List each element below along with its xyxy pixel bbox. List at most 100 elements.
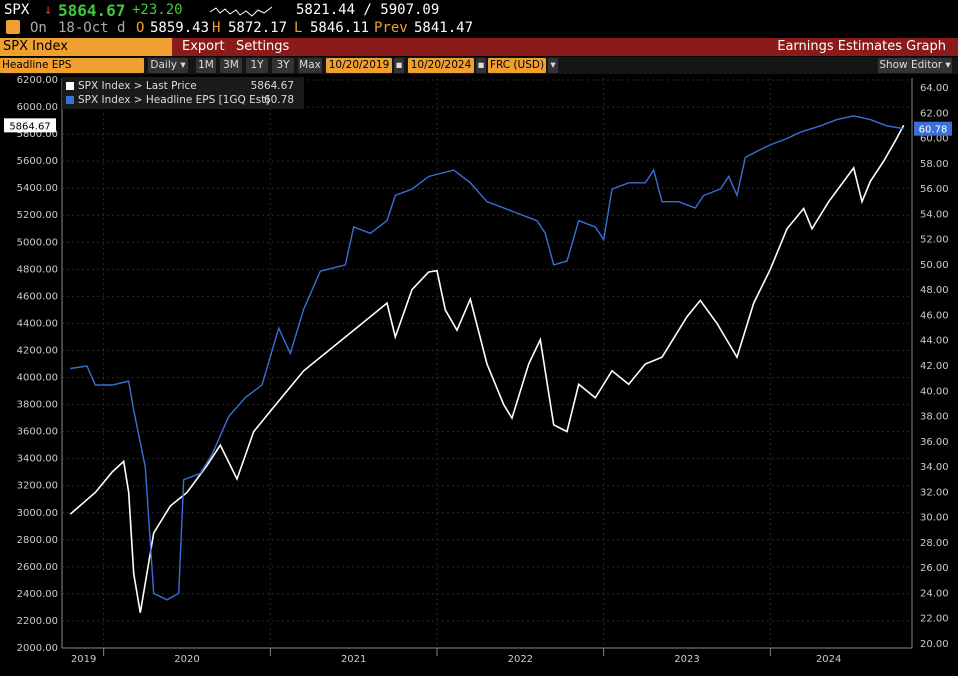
currency-selector[interactable]: FRC (USD) <box>488 58 546 73</box>
security-tab[interactable]: SPX Index <box>0 38 172 56</box>
sparkline-icon <box>210 6 272 17</box>
left-tick-label: 5000.00 <box>17 237 58 248</box>
price-last-label: 5864.67 <box>9 121 50 132</box>
x-tick-label: 2020 <box>174 654 199 665</box>
legend-swatch-eps <box>66 96 74 104</box>
export-button[interactable]: Export <box>182 38 225 56</box>
right-tick-label: 54.00 <box>920 209 949 220</box>
quote-header: SPX ↓ 5864.67 +23.20 5821.44 / 5907.09 O… <box>0 0 958 38</box>
left-tick-label: 4000.00 <box>17 373 58 384</box>
high-label: H <box>212 20 221 36</box>
x-tick-label: 2023 <box>674 654 699 665</box>
right-tick-label: 42.00 <box>920 361 949 372</box>
x-tick-label: 2024 <box>816 654 841 665</box>
right-tick-label: 38.00 <box>920 412 949 423</box>
show-editor-button[interactable]: Show Editor ▾ <box>878 58 952 73</box>
left-tick-label: 3200.00 <box>17 481 58 492</box>
left-tick-label: 2800.00 <box>17 535 58 546</box>
legend-swatch-price <box>66 82 74 90</box>
left-tick-label: 6000.00 <box>17 102 58 113</box>
left-tick-label: 3600.00 <box>17 427 58 438</box>
high-value: 5872.17 <box>228 20 288 36</box>
end-date-input[interactable]: 10/20/2024 <box>408 58 474 73</box>
right-tick-label: 58.00 <box>920 159 949 170</box>
legend[interactable]: SPX Index > Last Price 5864.67 SPX Index… <box>62 77 304 109</box>
prev-label: Prev <box>374 20 408 36</box>
left-axis: 2000.00 2200.00 2400.00 2600.00 2800.00 3000.… <box>17 76 58 654</box>
grid <box>61 78 913 656</box>
right-tick-label: 36.00 <box>920 437 949 448</box>
right-tick-label: 28.00 <box>920 538 949 549</box>
range-3y-button[interactable]: 3Y <box>272 58 294 73</box>
right-tick-label: 44.00 <box>920 336 949 347</box>
x-axis: 2019 2020 2021 2022 2023 2024 <box>71 654 841 665</box>
right-tick-label: 50.00 <box>920 260 949 271</box>
right-tick-label: 24.00 <box>920 588 949 599</box>
left-tick-label: 2200.00 <box>17 616 58 627</box>
x-tick-label: 2019 <box>71 654 96 665</box>
left-tick-label: 4800.00 <box>17 264 58 275</box>
settings-button[interactable]: Settings <box>236 38 289 56</box>
quote-date: 18-Oct d <box>58 20 126 36</box>
day-range: 5821.44 / 5907.09 <box>296 2 440 18</box>
right-tick-label: 64.00 <box>920 83 949 94</box>
ticker-bar: SPX Index Export Settings Earnings Estim… <box>0 38 958 56</box>
right-tick-label: 22.00 <box>920 614 949 625</box>
range-3m-button[interactable]: 3M <box>220 58 242 73</box>
right-tick-label: 26.00 <box>920 563 949 574</box>
right-tick-label: 34.00 <box>920 462 949 473</box>
right-tick-label: 48.00 <box>920 285 949 296</box>
periodicity-dropdown[interactable]: Daily ▾ <box>148 58 188 73</box>
start-date-input[interactable]: 10/20/2019 <box>326 58 392 73</box>
left-tick-label: 6200.00 <box>17 76 58 86</box>
right-tick-label: 62.00 <box>920 108 949 119</box>
low-label: L <box>294 20 303 36</box>
left-tick-label: 3000.00 <box>17 508 58 519</box>
currency-dropdown-icon[interactable]: ▾ <box>548 58 558 73</box>
right-axis: 20.00 22.00 24.00 26.00 28.00 30.00 32.00 34.00… <box>920 83 949 650</box>
start-calendar-icon[interactable]: ▪ <box>394 58 404 73</box>
end-calendar-icon[interactable]: ▪ <box>476 58 486 73</box>
legend-item-eps[interactable]: SPX Index > Headline EPS [1GQ Est] 60.78 <box>66 93 300 107</box>
low-value: 5846.11 <box>310 20 370 36</box>
field-selector[interactable]: Headline EPS <box>0 58 144 73</box>
right-tick-label: 56.00 <box>920 184 949 195</box>
x-tick-label: 2022 <box>508 654 533 665</box>
left-tick-label: 5200.00 <box>17 210 58 221</box>
legend-item-price[interactable]: SPX Index > Last Price 5864.67 <box>66 79 300 93</box>
price-change: +23.20 <box>132 2 183 18</box>
left-tick-label: 3800.00 <box>17 400 58 411</box>
left-tick-label: 3400.00 <box>17 454 58 465</box>
left-tick-label: 4200.00 <box>17 345 58 356</box>
range-max-button[interactable]: Max <box>298 58 322 73</box>
right-tick-label: 40.00 <box>920 386 949 397</box>
range-1m-button[interactable]: 1M <box>196 58 216 73</box>
clock-icon <box>6 20 20 34</box>
last-value-labels: 5864.67 60.78 <box>4 118 952 136</box>
left-tick-label: 5400.00 <box>17 183 58 194</box>
chart-toolbar: Headline EPS Daily ▾ 1M 3M 1Y 3Y Max 10/… <box>0 57 958 74</box>
right-tick-label: 52.00 <box>920 235 949 246</box>
right-tick-label: 46.00 <box>920 310 949 321</box>
eps-last-label: 60.78 <box>919 125 948 136</box>
last-price: 5864.67 <box>58 1 126 20</box>
date-prefix: On <box>30 20 47 36</box>
left-tick-label: 2400.00 <box>17 589 58 600</box>
right-tick-label: 30.00 <box>920 513 949 524</box>
eps-price-chart[interactable]: 2000.00 2200.00 2400.00 2600.00 2800.00 3000.… <box>0 76 958 676</box>
prev-value: 5841.47 <box>414 20 474 36</box>
range-1y-button[interactable]: 1Y <box>246 58 268 73</box>
right-tick-label: 20.00 <box>920 639 949 650</box>
open-label: O <box>136 20 145 36</box>
series-group <box>69 115 905 613</box>
left-tick-label: 2000.00 <box>17 643 58 654</box>
right-tick-label: 32.00 <box>920 487 949 498</box>
down-arrow-icon: ↓ <box>44 2 53 18</box>
x-tick-label: 2021 <box>341 654 366 665</box>
ticker-symbol[interactable]: SPX <box>4 2 29 18</box>
open-value: 5859.43 <box>150 20 210 36</box>
left-tick-label: 4400.00 <box>17 318 58 329</box>
function-title: Earnings Estimates Graph <box>777 39 946 54</box>
left-tick-label: 2600.00 <box>17 562 58 573</box>
left-tick-label: 4600.00 <box>17 291 58 302</box>
